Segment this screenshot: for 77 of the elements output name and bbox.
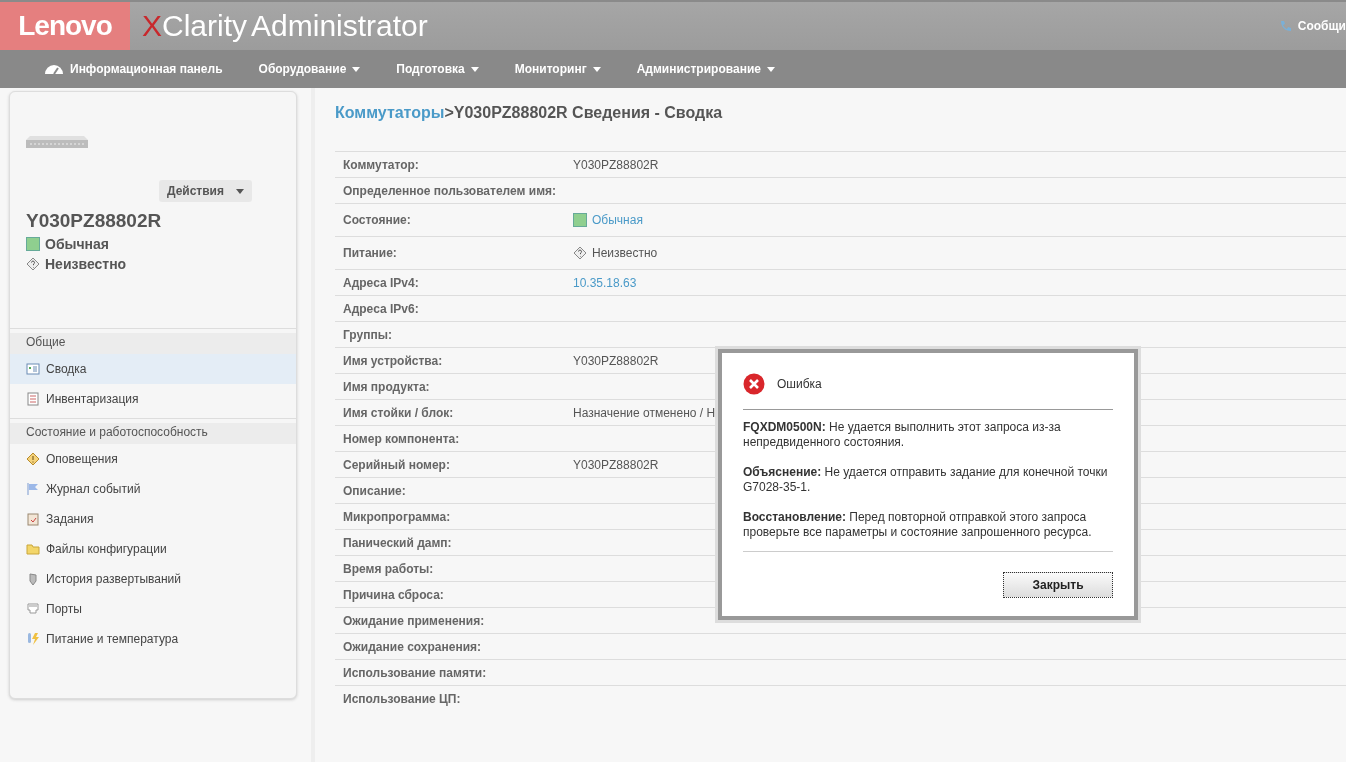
caret-icon — [592, 66, 601, 72]
sidebar-item[interactable]: Порты — [10, 594, 296, 624]
sidebar-item[interactable]: Файлы конфигурации — [10, 534, 296, 564]
caret-icon — [766, 66, 775, 72]
question-diamond-icon — [26, 257, 40, 271]
sidebar-item[interactable]: Инвентаризация — [10, 384, 296, 414]
close-button[interactable]: Закрыть — [1003, 572, 1113, 598]
field-value: Y030PZ88802R — [573, 353, 659, 368]
field-label: Использование ЦП: — [343, 691, 462, 706]
field-label: Состояние: — [343, 213, 412, 227]
field-label: Имя стойки / блок: — [343, 405, 455, 420]
field-label: Группы: — [343, 327, 393, 342]
field-label: Ожидание сохранения: — [343, 639, 483, 654]
field-value: Y030PZ88802R — [573, 157, 659, 172]
dashboard-gauge-icon — [44, 63, 64, 75]
section-header: Состояние и работоспособность — [10, 418, 296, 444]
product-title: XClarityAdministrator — [142, 9, 428, 43]
actions-dropdown[interactable]: Действия — [158, 180, 252, 202]
field-label: Адреса IPv6: — [343, 301, 420, 316]
field-label: Панический дамп: — [343, 535, 453, 550]
field-label: Адреса IPv4: — [343, 275, 420, 290]
question-diamond-icon — [573, 246, 587, 260]
field-label: Имя продукта: — [343, 379, 431, 394]
thermometer-bolt-icon — [26, 632, 40, 646]
sidebar-item[interactable]: Журнал событий — [10, 474, 296, 504]
warning-diamond-icon — [26, 452, 40, 466]
field-value: Неизвестно — [592, 246, 658, 260]
summary-icon — [26, 362, 40, 376]
field-label: Коммутатор: — [343, 157, 420, 172]
field-label: Питание: — [343, 246, 398, 260]
port-icon — [26, 602, 40, 616]
nav-menu-item[interactable]: Администрирование — [636, 62, 775, 76]
field-label: Серийный номер: — [343, 457, 451, 472]
status-square-icon — [26, 237, 40, 251]
nav-menu-item[interactable]: Оборудование — [258, 62, 361, 76]
sidebar-item[interactable]: Оповещения — [10, 444, 296, 474]
shield-icon — [26, 572, 40, 586]
nav-menu-item[interactable]: Мониторинг — [514, 62, 601, 76]
brand-logo: Lenovo — [0, 2, 130, 50]
section-header: Общие — [10, 328, 296, 354]
field-value: Обычная — [592, 213, 643, 227]
dialog-title: Ошибка — [777, 377, 822, 391]
sidebar-item[interactable]: Питание и температура — [10, 624, 296, 654]
sidebar-item[interactable]: Сводка — [10, 354, 296, 384]
field-label: Ожидание применения: — [343, 613, 486, 628]
field-value: Назначение отменено / Н — [573, 405, 716, 420]
field-label: Номер компонента: — [343, 431, 461, 446]
field-label: Время работы: — [343, 561, 435, 576]
nav-menu-item[interactable]: Подготовка — [396, 62, 479, 76]
status-square-icon — [573, 213, 587, 227]
error-message: Объяснение: Не удается отправить задание для конечной точки G7028-35-1. — [743, 465, 1109, 495]
page-title: Коммутаторы>Y030PZ88802R Сведения - Сводка — [335, 104, 724, 122]
switch-device-icon — [26, 136, 88, 150]
phone-icon — [1278, 19, 1292, 33]
status-text: Неизвестно — [45, 256, 127, 272]
error-message: Восстановление: Перед повторной отправкой этого запроса проверьте все параметры и состояние запрошенного ресурса. — [743, 510, 1093, 540]
sidebar-item[interactable]: История развертываний — [10, 564, 296, 594]
folder-icon — [26, 542, 40, 556]
error-icon — [743, 373, 765, 395]
caret-icon — [470, 66, 479, 72]
caret-icon — [236, 188, 244, 194]
error-message: FQXDM0500N: Не удается выполнить этот запроса из-за непредвиденного состояния. — [743, 420, 1062, 450]
clipboard-icon — [26, 512, 40, 526]
caret-icon — [352, 66, 361, 72]
device-name: Y030PZ88802R — [26, 210, 163, 232]
checklist-icon — [26, 392, 40, 406]
field-label: Описание: — [343, 483, 407, 498]
nav-menu-item[interactable]: Информационная панель — [44, 62, 223, 76]
field-label: Причина сброса: — [343, 587, 445, 602]
field-value: Y030PZ88802R — [573, 457, 659, 472]
field-label: Определенное пользователем имя: — [343, 183, 557, 198]
sidebar-item[interactable]: Задания — [10, 504, 296, 534]
field-label: Имя устройства: — [343, 353, 444, 368]
flag-icon — [26, 482, 40, 496]
field-label: Использование памяти: — [343, 665, 488, 680]
status-text: Обычная — [45, 236, 110, 252]
field-label: Микропрограмма: — [343, 509, 452, 524]
